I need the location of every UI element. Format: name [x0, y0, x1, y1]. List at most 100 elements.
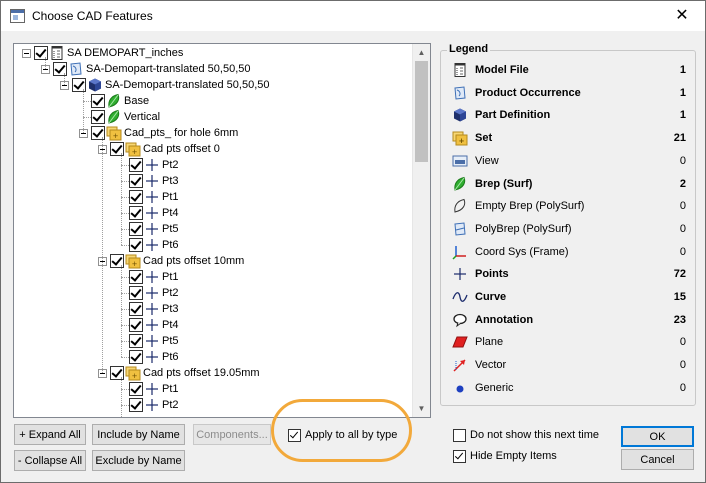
tree-node[interactable]: Pt4 [14, 317, 412, 333]
tree-node[interactable]: Pt6 [14, 349, 412, 365]
tree-node[interactable]: Pt3 [14, 173, 412, 189]
ok-button[interactable]: OK [621, 426, 694, 447]
tree-node-checkbox[interactable] [129, 350, 143, 364]
point-icon [144, 301, 160, 317]
components-button[interactable]: Components... [193, 424, 271, 445]
tree-node-label: Pt3 [162, 175, 179, 187]
tree-node[interactable]: Pt5 [14, 221, 412, 237]
tree-node-checkbox[interactable] [129, 318, 143, 332]
tree-node-label: Pt4 [162, 319, 179, 331]
tree-node-checkbox[interactable] [129, 174, 143, 188]
tree-node[interactable]: Pt2 [14, 285, 412, 301]
feature-tree[interactable]: SA DEMOPART_inches SA-Demopart-translated… [13, 43, 431, 418]
tree-node-label: SA-Demopart-translated 50,50,50 [86, 63, 251, 75]
product-occurrence-icon [452, 85, 468, 101]
tree-node-label: Pt1 [162, 191, 179, 203]
tree-node[interactable]: Pt1 [14, 269, 412, 285]
tree-connector [45, 57, 46, 69]
exclude-by-name-button[interactable]: Exclude by Name [92, 450, 185, 471]
legend-item: Points 72 [450, 265, 690, 283]
tree-connector [83, 89, 84, 133]
tree-node[interactable]: + Cad pts offset 10mm [14, 253, 412, 269]
point-icon [144, 173, 160, 189]
tree-node[interactable]: SA-Demopart-translated 50,50,50 [14, 77, 412, 93]
tree-node-checkbox[interactable] [91, 94, 105, 108]
point-icon [144, 221, 160, 237]
include-by-name-button[interactable]: Include by Name [92, 424, 185, 445]
tree-connector [121, 325, 129, 326]
legend-item-count: 15 [673, 291, 686, 303]
cancel-button[interactable]: Cancel [621, 449, 694, 470]
tree-connector [121, 341, 129, 342]
expand-all-button[interactable]: + Expand All [14, 424, 86, 445]
do-not-show-next-time-box[interactable] [453, 429, 466, 442]
tree-vertical-scrollbar[interactable]: ▲ ▼ [412, 44, 430, 417]
hide-empty-items-checkbox[interactable]: Hide Empty Items [453, 448, 603, 464]
tree-node-checkbox[interactable] [129, 238, 143, 252]
legend-item-count: 2 [679, 178, 686, 190]
point-icon [144, 269, 160, 285]
tree-connector [121, 377, 122, 417]
tree-node[interactable]: Pt4 [14, 205, 412, 221]
tree-node[interactable]: Pt6 [14, 237, 412, 253]
coord-sys-icon [452, 244, 468, 260]
tree-node-checkbox[interactable] [129, 222, 143, 236]
scroll-up-arrow-icon[interactable]: ▲ [413, 44, 430, 61]
tree-connector [83, 101, 91, 102]
legend-item-count: 1 [679, 64, 686, 76]
tree-node[interactable]: Base [14, 93, 412, 109]
set-icon: + [106, 125, 122, 141]
empty-brep-icon [452, 198, 468, 214]
tree-node-label: Pt4 [162, 207, 179, 219]
tree-connector [121, 181, 129, 182]
scroll-thumb[interactable] [415, 61, 428, 162]
legend-item-name: Empty Brep (PolySurf) [475, 200, 585, 212]
tree-node[interactable]: Vertical [14, 109, 412, 125]
tree-node-label: Pt1 [162, 383, 179, 395]
hide-empty-items-label: Hide Empty Items [470, 450, 557, 462]
tree-node[interactable]: Pt5 [14, 333, 412, 349]
tree-node-checkbox[interactable] [129, 398, 143, 412]
tree-node[interactable]: + Cad pts offset 19.05mm [14, 365, 412, 381]
legend-item-name: Coord Sys (Frame) [475, 246, 569, 258]
scroll-down-arrow-icon[interactable]: ▼ [413, 400, 430, 417]
legend-item-name: Generic [475, 382, 514, 394]
tree-node[interactable]: Pt2 [14, 157, 412, 173]
svg-text:+: + [132, 148, 138, 156]
tree-connector [83, 117, 91, 118]
hide-empty-items-box[interactable] [453, 450, 466, 463]
collapse-all-button[interactable]: - Collapse All [14, 450, 86, 471]
tree-node-checkbox[interactable] [91, 110, 105, 124]
tree-node[interactable]: Pt1 [14, 381, 412, 397]
legend-item-count: 1 [679, 87, 686, 99]
legend-item-count: 0 [679, 336, 686, 348]
close-button[interactable]: ✕ [659, 1, 705, 31]
tree-node-checkbox[interactable] [129, 334, 143, 348]
legend-item: Empty Brep (PolySurf) 0 [450, 197, 690, 215]
tree-node-checkbox[interactable] [129, 270, 143, 284]
tree-node-checkbox[interactable] [129, 190, 143, 204]
tree-node-label: Pt2 [162, 287, 179, 299]
do-not-show-next-time-checkbox[interactable]: Do not show this next time [453, 427, 603, 443]
tree-node[interactable]: SA-Demopart-translated 50,50,50 [14, 61, 412, 77]
tree-connector [121, 293, 129, 294]
tree-node[interactable]: + Cad pts offset 0 [14, 141, 412, 157]
tree-node-checkbox[interactable] [129, 206, 143, 220]
tree-node[interactable]: Pt1 [14, 189, 412, 205]
collapse-toggle-icon[interactable] [22, 49, 31, 58]
tree-node[interactable]: + Cad_pts_ for hole 6mm [14, 125, 412, 141]
tree-node-label: Pt6 [162, 239, 179, 251]
tree-node-checkbox[interactable] [129, 286, 143, 300]
tree-node[interactable]: SA DEMOPART_inches [14, 45, 412, 61]
tree-node[interactable]: Pt3 [14, 301, 412, 317]
highlight-ring [271, 399, 412, 462]
legend-item: Plane 0 [450, 333, 690, 351]
polybrep-icon [452, 221, 468, 237]
tree-node-checkbox[interactable] [129, 158, 143, 172]
point-icon [144, 205, 160, 221]
tree-node-checkbox[interactable] [129, 302, 143, 316]
legend-item-name: Model File [475, 64, 529, 76]
tree-node-checkbox[interactable] [129, 382, 143, 396]
legend-item: Coord Sys (Frame) 0 [450, 243, 690, 261]
legend-item-name: Annotation [475, 314, 534, 326]
